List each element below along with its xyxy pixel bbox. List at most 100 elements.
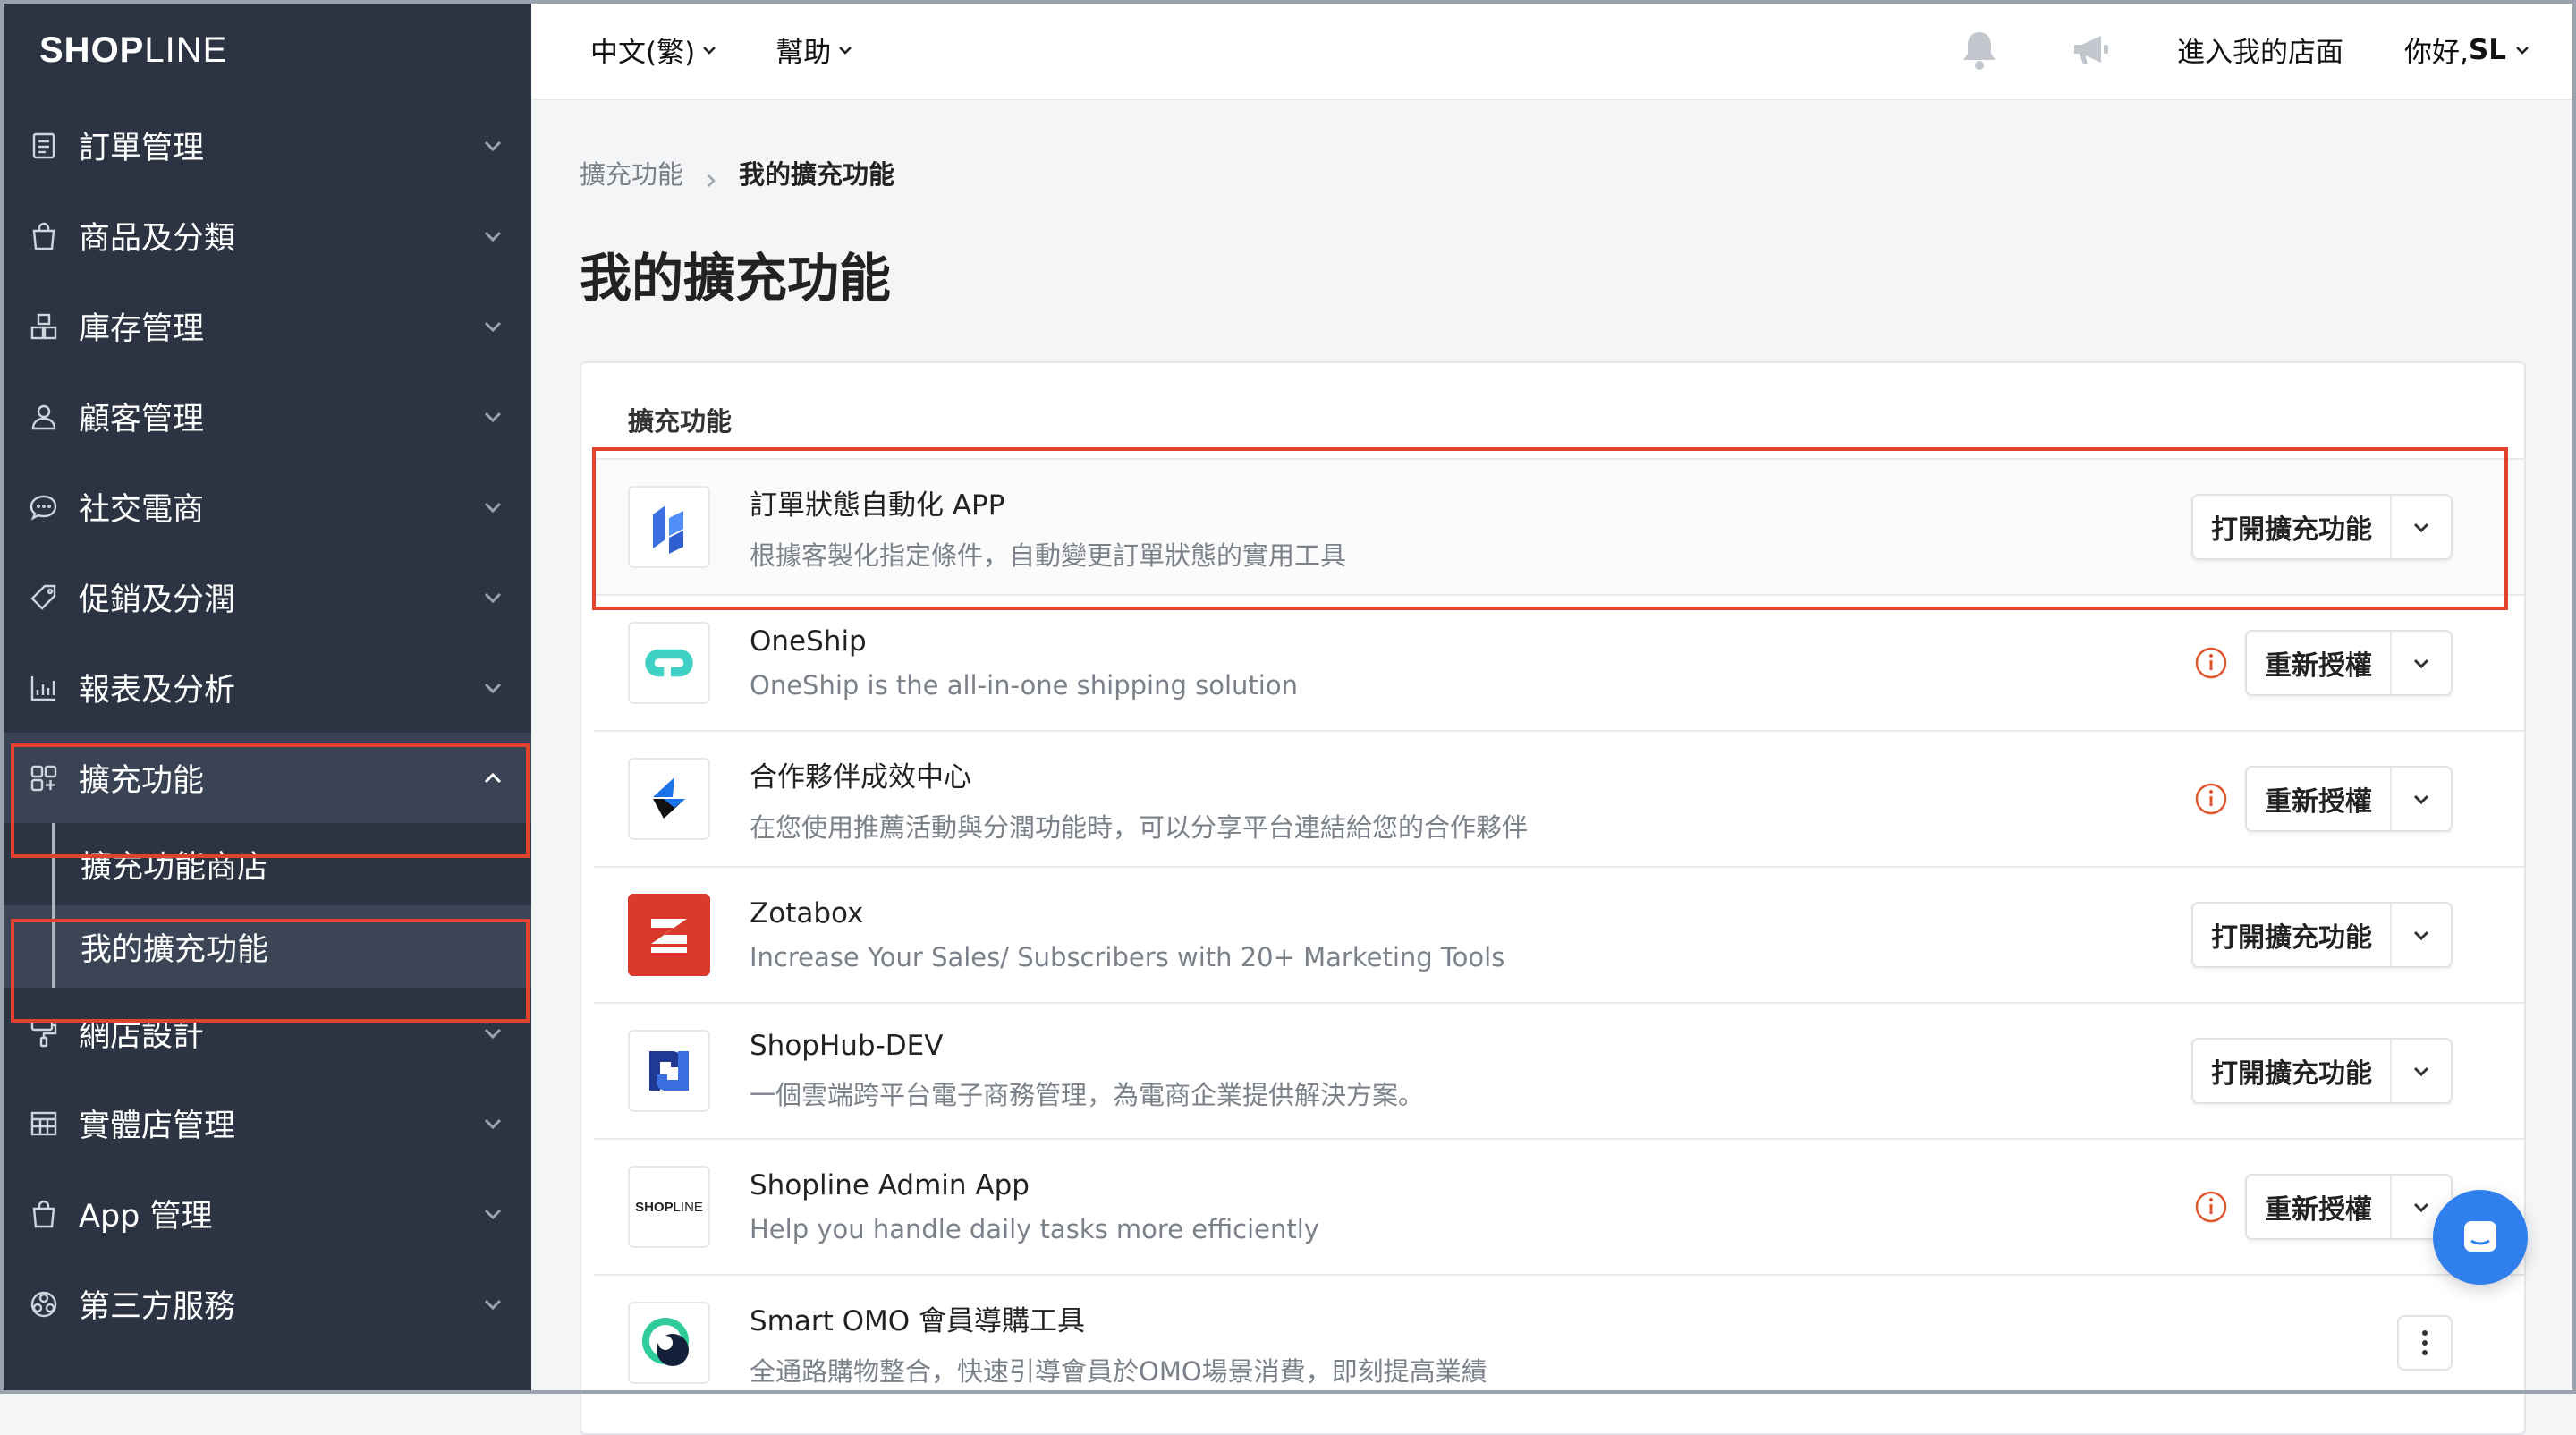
app-row-partner-center: 合作夥伴成效中心 在您使用推薦活動與分潤功能時，可以分享平台連結給您的合作夥伴 … xyxy=(594,730,2524,866)
order-automation-logo-icon xyxy=(628,486,710,568)
sidebar-item-products[interactable]: 商品及分類 xyxy=(0,191,531,281)
chevron-down-icon xyxy=(479,1110,506,1137)
chat-bubble-icon xyxy=(27,490,61,524)
app-description: 全通路購物整合，快速引導會員於OMO場景消費，即刻提高業績 xyxy=(750,1355,1487,1387)
app-description: 一個雲端跨平台電子商務管理，為電商企業提供解決方案。 xyxy=(750,1080,1425,1110)
chevron-down-icon[interactable] xyxy=(2390,632,2451,694)
sidebar-item-social[interactable]: 社交電商 xyxy=(0,462,531,552)
inventory-icon xyxy=(27,310,61,344)
shophub-logo-icon xyxy=(628,1030,710,1112)
page-title: 我的擴充功能 xyxy=(580,248,892,309)
breadcrumb: 擴充功能 我的擴充功能 xyxy=(580,154,894,191)
app-name: Zotabox xyxy=(750,897,864,930)
bag-icon xyxy=(27,1197,61,1231)
sidebar-subnav-extensions: 擴充功能商店 我的擴充功能 xyxy=(0,823,531,988)
open-extension-button[interactable]: 打開擴充功能 xyxy=(2193,1040,2390,1102)
sidebar-item-label: 訂單管理 xyxy=(79,131,205,166)
app-name: Smart OMO 會員導購工具 xyxy=(750,1304,1086,1337)
app-name: Shopline Admin App xyxy=(750,1169,1030,1201)
chevron-down-icon xyxy=(479,494,506,521)
sidebar-subitem-label: 我的擴充功能 xyxy=(80,931,269,968)
reauthorize-button[interactable]: 重新授權 xyxy=(2247,632,2390,694)
open-extension-button-group: 打開擴充功能 xyxy=(2191,1038,2453,1104)
megaphone-icon[interactable] xyxy=(2066,26,2114,74)
top-bar: 中文(繁) 幫助 進入我的店面 你好, SL xyxy=(531,0,2576,100)
chevron-right-icon xyxy=(703,165,719,187)
enter-store-link[interactable]: 進入我的店面 xyxy=(2177,30,2343,70)
sidebar-item-app-management[interactable]: App 管理 xyxy=(0,1168,531,1259)
open-extension-button[interactable]: 打開擴充功能 xyxy=(2193,904,2390,966)
sidebar-item-reports[interactable]: 報表及分析 xyxy=(0,642,531,733)
reauthorize-button[interactable]: 重新授權 xyxy=(2247,1176,2390,1238)
sidebar-item-label: 第三方服務 xyxy=(79,1289,236,1325)
main-content: 擴充功能 我的擴充功能 我的擴充功能 擴充功能 訂單狀態自動化 APP 根據客製… xyxy=(531,100,2576,1435)
sidebar-item-retail-store[interactable]: 實體店管理 xyxy=(0,1078,531,1168)
sidebar-item-label: 實體店管理 xyxy=(79,1108,236,1144)
chevron-down-icon xyxy=(479,313,506,340)
open-extension-button-group: 打開擴充功能 xyxy=(2191,494,2453,560)
chevron-down-icon xyxy=(479,403,506,430)
paint-roller-icon xyxy=(27,1016,61,1050)
chevron-down-icon xyxy=(703,46,716,55)
chevron-down-icon[interactable] xyxy=(2390,496,2451,558)
user-icon xyxy=(27,400,61,434)
sidebar-item-label: 擴充功能 xyxy=(79,763,205,799)
chat-support-button[interactable] xyxy=(2433,1190,2528,1285)
sidebar-item-promotions[interactable]: 促銷及分潤 xyxy=(0,552,531,642)
bag-icon xyxy=(27,219,61,253)
sidebar-subitem-label: 擴充功能商店 xyxy=(80,849,269,886)
sidebar-item-orders[interactable]: 訂單管理 xyxy=(0,100,531,191)
app-row-order-status-automation: 訂單狀態自動化 APP 根據客製化指定條件，自動變更訂單狀態的實用工具 打開擴充… xyxy=(594,458,2524,594)
language-menu[interactable]: 中文(繁) xyxy=(590,30,718,70)
app-name: ShopHub-DEV xyxy=(750,1030,944,1062)
chevron-down-icon[interactable] xyxy=(2390,904,2451,966)
chart-icon xyxy=(27,671,61,705)
chat-icon xyxy=(2464,1221,2496,1252)
reauthorize-button[interactable]: 重新授權 xyxy=(2247,768,2390,830)
sidebar-item-label: 報表及分析 xyxy=(79,673,236,709)
warning-icon[interactable] xyxy=(2193,781,2229,817)
app-description: 在您使用推薦活動與分潤功能時，可以分享平台連結給您的合作夥伴 xyxy=(750,811,1529,843)
zotabox-logo-icon xyxy=(628,894,710,976)
network-icon xyxy=(27,1287,61,1321)
sidebar-item-third-party[interactable]: 第三方服務 xyxy=(0,1259,531,1349)
breadcrumb-parent[interactable]: 擴充功能 xyxy=(580,154,683,191)
sidebar-item-customers[interactable]: 顧客管理 xyxy=(0,371,531,462)
oneship-logo-icon xyxy=(628,622,710,704)
app-description: Help you handle daily tasks more efficie… xyxy=(750,1214,1319,1244)
sidebar-item-label: 網店設計 xyxy=(79,1018,205,1054)
order-icon xyxy=(27,129,61,163)
app-row-oneship: OneShip OneShip is the all-in-one shippi… xyxy=(594,594,2524,730)
shopline-logo[interactable]: SHOP LINE xyxy=(0,0,531,100)
chevron-up-icon xyxy=(479,765,506,792)
sidebar-nav-lower: 網店設計 實體店管理 App 管理 第三方服務 xyxy=(0,988,531,1349)
warning-icon[interactable] xyxy=(2193,645,2229,681)
chevron-down-icon[interactable] xyxy=(2390,768,2451,830)
sidebar-subitem-my-extensions[interactable]: 我的擴充功能 xyxy=(0,905,531,988)
smart-omo-logo-icon xyxy=(628,1302,710,1384)
bell-icon[interactable] xyxy=(1955,26,2004,74)
reauthorize-button-group: 重新授權 xyxy=(2245,630,2453,696)
sidebar-subitem-extension-store[interactable]: 擴充功能商店 xyxy=(0,823,531,905)
sidebar-item-store-design[interactable]: 網店設計 xyxy=(0,988,531,1078)
app-row-smart-omo: Smart OMO 會員導購工具 全通路購物整合，快速引導會員於OMO場景消費，… xyxy=(594,1274,2524,1410)
open-extension-button-group: 打開擴充功能 xyxy=(2191,902,2453,968)
warning-icon[interactable] xyxy=(2193,1189,2229,1225)
open-extension-button[interactable]: 打開擴充功能 xyxy=(2193,496,2390,558)
panel-title: 擴充功能 xyxy=(628,406,733,437)
user-name: SL xyxy=(2468,33,2506,66)
chevron-down-icon[interactable] xyxy=(2390,1040,2451,1102)
user-menu[interactable]: 你好, SL xyxy=(2404,30,2531,70)
sidebar-item-label: 商品及分類 xyxy=(79,221,236,257)
chevron-down-icon xyxy=(479,1291,506,1318)
more-options-icon[interactable] xyxy=(2397,1315,2453,1371)
sidebar-item-extensions[interactable]: 擴充功能 xyxy=(0,733,531,823)
app-name: 合作夥伴成效中心 xyxy=(750,760,971,794)
help-menu[interactable]: 幫助 xyxy=(775,30,854,70)
sidebar-item-inventory[interactable]: 庫存管理 xyxy=(0,281,531,371)
app-description: Increase Your Sales/ Subscribers with 20… xyxy=(750,942,1505,972)
chevron-down-icon xyxy=(479,675,506,701)
app-row-zotabox: Zotabox Increase Your Sales/ Subscribers… xyxy=(594,866,2524,1002)
app-row-shopline-admin-app: SHOP LINE Shopline Admin App Help you han… xyxy=(594,1138,2524,1274)
chevron-down-icon xyxy=(2516,46,2529,55)
